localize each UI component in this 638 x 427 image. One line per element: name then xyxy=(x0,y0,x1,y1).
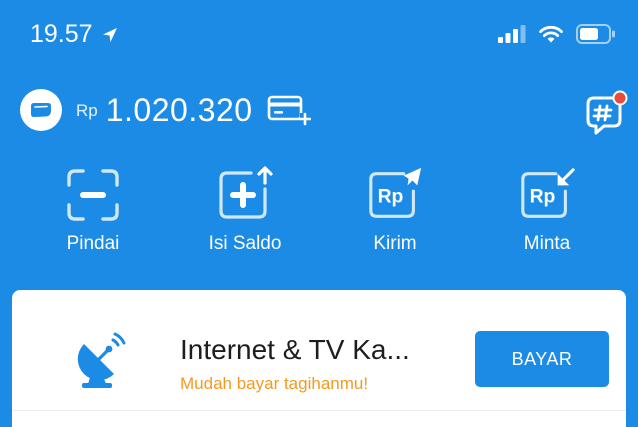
action-label: Minta xyxy=(523,233,571,254)
scan-icon xyxy=(67,169,119,221)
status-time: 19.57 xyxy=(30,20,119,49)
action-label: Isi Saldo xyxy=(208,233,282,254)
cellular-signal-icon xyxy=(498,25,526,43)
location-arrow-icon xyxy=(102,27,117,42)
wallet-logo xyxy=(20,89,62,131)
action-label: Pindai xyxy=(66,233,120,254)
balance-currency: Rp xyxy=(76,101,98,120)
action-minta[interactable]: Rp Minta xyxy=(482,165,612,255)
wifi-icon xyxy=(539,25,563,43)
add-card-icon[interactable] xyxy=(267,94,311,126)
battery-icon xyxy=(576,24,615,44)
request-money-icon-text: Rp xyxy=(530,186,556,208)
chat-hashtag-icon xyxy=(586,90,628,135)
quick-actions: Pindai Isi Saldo Rp Kirim Rp Minta xyxy=(0,165,638,265)
action-label: Kirim xyxy=(373,233,417,254)
status-time-text: 19.57 xyxy=(30,20,93,48)
status-icons xyxy=(498,24,616,44)
wallet-logo-icon xyxy=(31,103,51,117)
status-bar: 19.57 xyxy=(0,0,638,70)
promo-card[interactable]: Internet & TV Ka... Mudah bayar tagihanm… xyxy=(12,290,626,410)
balance-row[interactable]: Rp 1.020.320 xyxy=(20,88,311,132)
chat-button[interactable] xyxy=(582,90,630,138)
action-pindai[interactable]: Pindai xyxy=(28,165,158,255)
send-money-icon: Rp xyxy=(369,167,422,218)
next-card-edge xyxy=(12,410,626,427)
promo-title: Internet & TV Ka... xyxy=(180,334,410,365)
action-isi-saldo[interactable]: Isi Saldo xyxy=(180,165,310,255)
balance-amount: 1.020.320 xyxy=(105,91,253,128)
pay-button[interactable]: BAYAR xyxy=(475,331,609,387)
action-kirim[interactable]: Rp Kirim xyxy=(330,165,460,255)
satellite-dish-icon xyxy=(77,332,126,388)
promo-subtitle: Mudah bayar tagihanmu! xyxy=(180,374,369,393)
top-up-icon xyxy=(219,166,273,219)
send-money-icon-text: Rp xyxy=(378,186,404,208)
request-money-icon: Rp xyxy=(521,168,575,218)
